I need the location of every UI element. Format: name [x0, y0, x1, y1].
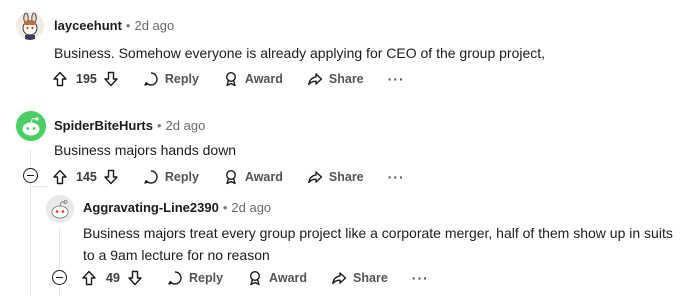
- avatar[interactable]: [16, 111, 46, 141]
- downvote-icon[interactable]: [103, 71, 119, 87]
- more-options-icon[interactable]: ···: [412, 270, 429, 286]
- comment-icon: [143, 169, 159, 185]
- reply-label: Reply: [189, 271, 224, 285]
- award-label: Award: [269, 271, 308, 285]
- thread-line: [30, 186, 48, 187]
- reply-button[interactable]: Reply: [167, 270, 223, 286]
- action-bar: 145 Reply Award Share ···: [52, 165, 405, 189]
- comment-meta: SpiderBiteHurts • 2d ago: [54, 118, 205, 134]
- share-button[interactable]: Share: [307, 71, 364, 87]
- comment-meta: layceehunt • 2d ago: [54, 18, 174, 34]
- share-label: Share: [328, 72, 364, 86]
- vote-group: 145: [52, 169, 119, 185]
- reply-button[interactable]: Reply: [143, 169, 199, 185]
- vote-count: 49: [106, 271, 120, 285]
- comment-icon: [143, 71, 159, 87]
- share-label: Share: [353, 271, 388, 285]
- share-icon: [307, 71, 323, 87]
- separator: •: [125, 18, 131, 33]
- action-bar: 49 Reply Award Share ···: [81, 266, 429, 290]
- award-icon: [223, 71, 239, 87]
- thread-line: [59, 228, 60, 296]
- upvote-icon[interactable]: [81, 270, 97, 286]
- downvote-icon[interactable]: [103, 169, 119, 185]
- award-label: Award: [244, 170, 283, 184]
- reply-button[interactable]: Reply: [143, 71, 199, 87]
- more-options-icon[interactable]: ···: [388, 71, 405, 87]
- comment-icon: [167, 270, 183, 286]
- award-label: Award: [244, 72, 283, 86]
- avatar[interactable]: [16, 12, 44, 40]
- share-button[interactable]: Share: [331, 270, 388, 286]
- share-button[interactable]: Share: [307, 169, 364, 185]
- vote-group: 195: [52, 71, 119, 87]
- comment-meta: Aggravating-Line2390 • 2d ago: [83, 200, 271, 216]
- award-icon: [247, 270, 263, 286]
- separator: •: [156, 118, 162, 133]
- upvote-icon[interactable]: [52, 71, 68, 87]
- timestamp[interactable]: 2d ago: [134, 18, 174, 34]
- separator: •: [222, 200, 228, 215]
- upvote-icon[interactable]: [52, 169, 68, 185]
- timestamp[interactable]: 2d ago: [231, 200, 271, 216]
- more-options-icon[interactable]: ···: [388, 169, 405, 185]
- comment-body: Business majors hands down: [54, 142, 237, 158]
- avatar[interactable]: [46, 195, 74, 223]
- share-label: Share: [328, 170, 364, 184]
- award-icon: [223, 169, 239, 185]
- collapse-thread-button[interactable]: [23, 168, 38, 183]
- vote-count: 195: [76, 72, 97, 86]
- vote-count: 145: [76, 170, 97, 184]
- share-icon: [331, 270, 347, 286]
- collapse-thread-button[interactable]: [52, 270, 67, 285]
- vote-group: 49: [81, 270, 143, 286]
- action-bar: 195 Reply Award Share ···: [52, 67, 405, 91]
- reply-label: Reply: [164, 72, 199, 86]
- share-icon: [307, 169, 323, 185]
- timestamp[interactable]: 2d ago: [166, 118, 206, 134]
- username[interactable]: SpiderBiteHurts: [54, 118, 153, 134]
- comment-body: Business majors treat every group projec…: [83, 225, 673, 263]
- award-button[interactable]: Award: [247, 270, 307, 286]
- comment-body: Business. Somehow everyone is already ap…: [54, 45, 546, 61]
- downvote-icon[interactable]: [127, 270, 143, 286]
- award-button[interactable]: Award: [223, 71, 283, 87]
- award-button[interactable]: Award: [223, 169, 283, 185]
- reply-label: Reply: [164, 170, 199, 184]
- username[interactable]: layceehunt: [54, 18, 122, 34]
- username[interactable]: Aggravating-Line2390: [83, 200, 219, 216]
